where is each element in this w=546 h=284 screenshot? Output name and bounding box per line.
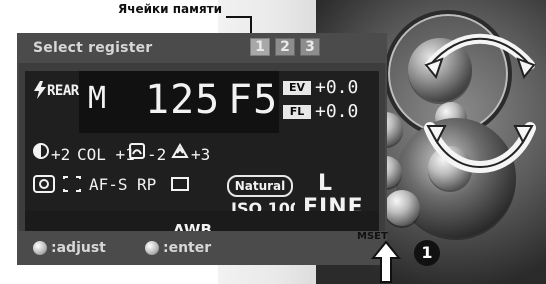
sharpness-value: +3 <box>191 145 211 164</box>
rotation-arrow-top <box>424 33 536 80</box>
lcd-header: Select register 1 2 3 <box>17 33 387 63</box>
focus-area-icon <box>63 176 81 192</box>
adjust-button-icon <box>33 241 47 255</box>
register-3[interactable]: 3 <box>300 38 320 56</box>
saturation-value: -2 <box>147 145 167 164</box>
exposure-comp-value: +0.0 <box>315 77 359 98</box>
contrast-icon <box>33 143 49 159</box>
drive-mode: RP <box>137 175 157 194</box>
metering-icon <box>33 175 55 193</box>
lcd-screen: REAR M 125 F5.6 EV +0.0 FL +0.0 +2 COL +… <box>25 71 379 239</box>
color-mode: Natural <box>227 175 293 197</box>
callout-number-badge: 1 <box>414 240 440 266</box>
up-arrow-icon <box>371 240 401 283</box>
adjust-label: :adjust <box>51 240 106 256</box>
exposure-comp-icon: EV <box>283 81 311 95</box>
flash-icon <box>34 81 46 99</box>
leader-line <box>226 16 252 18</box>
enter-label: :enter <box>163 240 212 256</box>
scene: Ячейки памяти Select register 1 2 3 REAR… <box>0 0 546 284</box>
enter-button-icon <box>145 241 159 255</box>
contrast-value: +2 <box>51 145 71 164</box>
lcd-footer: :adjust :enter <box>17 231 387 265</box>
side-button-3[interactable] <box>384 190 420 226</box>
af-mode: AF-S <box>89 175 128 194</box>
panel-title: Select register <box>33 40 153 56</box>
saturation-icon <box>129 143 145 159</box>
sharpness-icon <box>171 143 189 158</box>
shutter-speed: 125 <box>145 77 221 123</box>
single-frame-icon <box>171 177 189 191</box>
rotation-arrow-bottom <box>424 122 536 173</box>
color-setting: COL +1 <box>77 145 135 164</box>
flash-comp-icon: FL <box>283 105 311 119</box>
flash-mode: REAR <box>47 83 79 99</box>
register-2[interactable]: 2 <box>275 38 295 56</box>
lcd-panel: Select register 1 2 3 REAR M 125 F5.6 EV… <box>17 33 387 265</box>
register-1[interactable]: 1 <box>250 38 270 56</box>
image-size: L <box>318 171 333 196</box>
memory-cells-label: Ячейки памяти <box>118 2 223 16</box>
flash-comp-value: +0.0 <box>315 101 359 122</box>
exposure-mode: M <box>88 81 107 116</box>
